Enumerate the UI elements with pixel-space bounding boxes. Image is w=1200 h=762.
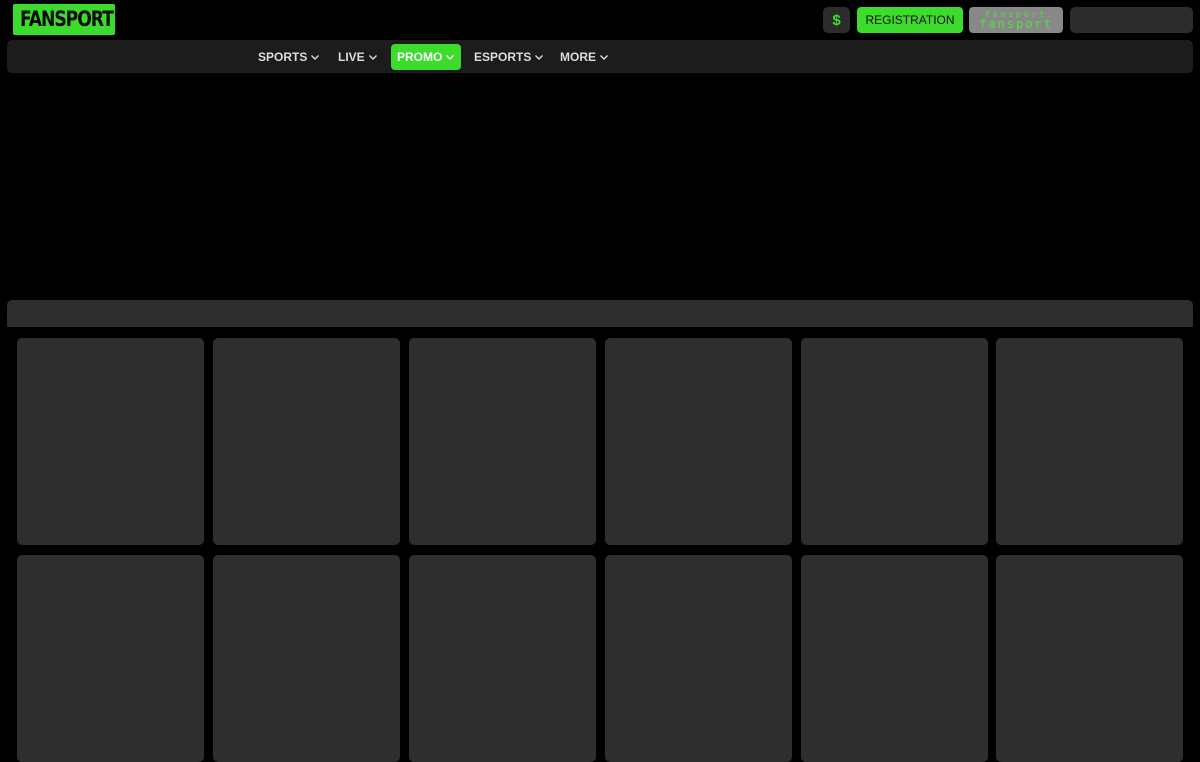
login-button[interactable]: fansport fansport — [969, 7, 1063, 33]
promo-card[interactable] — [801, 555, 988, 762]
main-nav: SPORTS LIVE PROMO ESPORTS MORE — [7, 40, 1193, 73]
promo-card[interactable] — [996, 338, 1183, 545]
nav-item-label: ESPORTS — [474, 50, 532, 64]
nav-item-live[interactable]: LIVE — [332, 44, 384, 70]
promo-card[interactable] — [17, 555, 204, 762]
fansport-logo[interactable]: FANSPORT — [13, 4, 115, 35]
nav-item-promo[interactable]: PROMO — [391, 44, 462, 70]
search-input[interactable] — [1070, 7, 1193, 33]
nav-item-label: PROMO — [397, 50, 443, 64]
promo-card[interactable] — [605, 555, 792, 762]
nav-item-label: SPORTS — [258, 50, 308, 64]
nav-item-sports[interactable]: SPORTS — [252, 44, 326, 70]
chevron-down-icon — [368, 55, 377, 60]
chevron-down-icon — [311, 55, 320, 60]
site-header: FANSPORT $ REGISTRATION fansport fanspor… — [0, 0, 1200, 40]
promo-banner-area — [0, 73, 1200, 300]
promo-card[interactable] — [17, 338, 204, 545]
promo-card[interactable] — [996, 555, 1183, 762]
login-logo-bottom: fansport — [979, 16, 1053, 31]
chevron-down-icon — [600, 55, 608, 60]
section-header-bar — [7, 300, 1193, 327]
promo-card[interactable] — [213, 338, 400, 545]
nav-item-esports[interactable]: ESPORTS — [468, 44, 550, 70]
chevron-down-icon — [446, 55, 455, 60]
promo-card[interactable] — [409, 555, 596, 762]
nav-item-more[interactable]: MORE — [554, 44, 615, 70]
promo-card[interactable] — [605, 338, 792, 545]
promo-card[interactable] — [213, 555, 400, 762]
dollar-icon: $ — [832, 11, 841, 29]
promo-card[interactable] — [409, 338, 596, 545]
promo-card[interactable] — [801, 338, 988, 545]
nav-item-label: MORE — [560, 50, 596, 64]
currency-button[interactable]: $ — [823, 7, 850, 33]
registration-button[interactable]: REGISTRATION — [857, 7, 963, 33]
chevron-down-icon — [535, 55, 544, 60]
logo-text: FANSPORT — [20, 7, 114, 31]
nav-item-label: LIVE — [338, 50, 365, 64]
